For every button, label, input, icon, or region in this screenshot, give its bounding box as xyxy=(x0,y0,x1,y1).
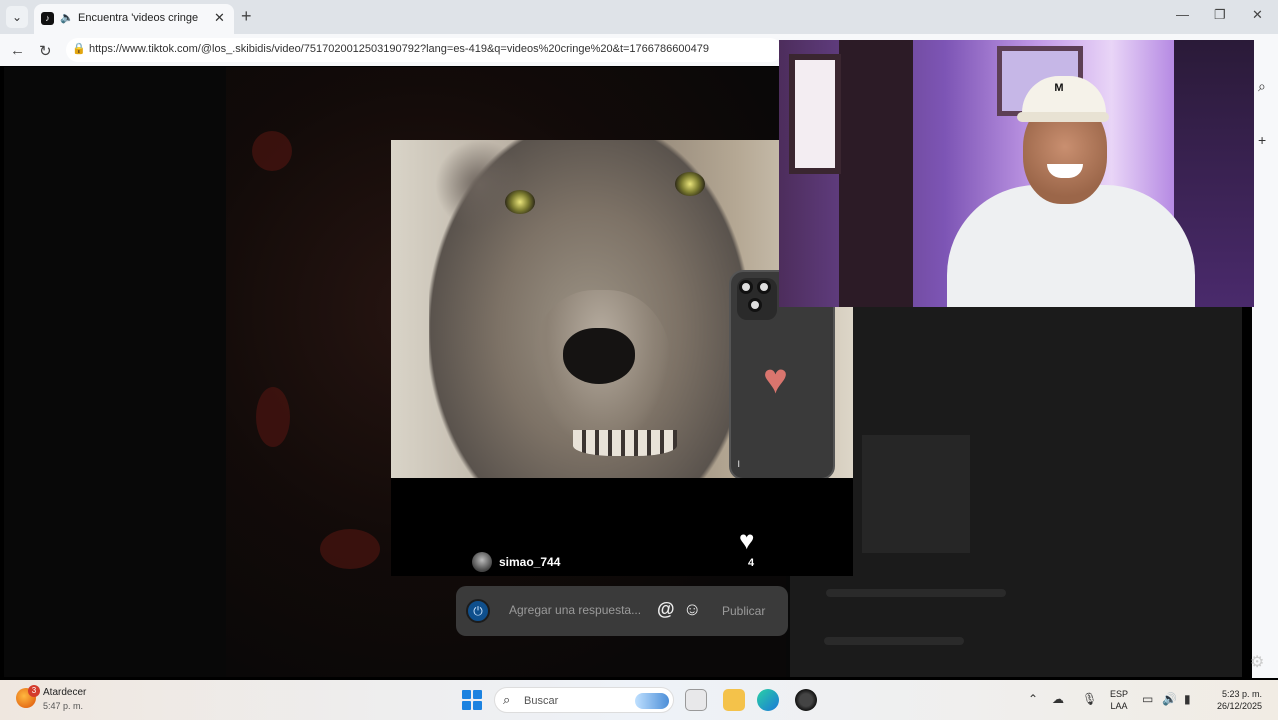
file-explorer-icon[interactable] xyxy=(723,689,745,711)
search-icon[interactable]: ⌕ xyxy=(1258,78,1266,95)
camera-lens xyxy=(757,280,771,294)
windows-logo-icon xyxy=(462,701,471,710)
power-icon[interactable]: ⏻ xyxy=(466,599,490,623)
volume-icon[interactable]: 🔊 xyxy=(1162,692,1177,706)
lock-icon[interactable]: 🔒 xyxy=(72,42,86,55)
maximize-button[interactable]: ❐ xyxy=(1214,7,1226,23)
search-icon: ⌕ xyxy=(503,692,511,707)
camera-lens xyxy=(748,298,762,312)
reply-input[interactable]: Agregar una respuesta... xyxy=(509,603,641,617)
search-highlight-icon xyxy=(635,693,669,709)
search-label: Buscar xyxy=(524,695,559,707)
windows-logo-icon xyxy=(473,690,482,699)
clock-time: 5:23 p. m. xyxy=(1221,689,1262,699)
wolf-ear xyxy=(435,140,525,230)
avatar[interactable] xyxy=(472,552,492,572)
language-indicator[interactable]: ESP LAA xyxy=(1110,688,1128,712)
close-tab-icon[interactable]: ✕ xyxy=(214,10,225,26)
edge-browser-icon[interactable] xyxy=(757,689,779,711)
tiktok-icon: ♪ xyxy=(41,12,54,25)
windows-logo-icon xyxy=(473,701,482,710)
settings-gear-icon[interactable]: ⚙ xyxy=(1250,652,1264,672)
dimmed-line xyxy=(826,589,1006,597)
reply-box: ⏻ Agregar una respuesta... @ ☺ Publicar xyxy=(456,586,788,636)
weather-badge: 3 xyxy=(28,685,40,697)
app-icon[interactable] xyxy=(795,689,817,711)
browser-sidebar: ⌕ + xyxy=(1252,66,1278,678)
camera-module xyxy=(737,278,777,320)
cloud-off-icon[interactable]: ☁ xyxy=(1052,692,1064,706)
webcam-door xyxy=(839,40,913,307)
clock[interactable]: 5:23 p. m. 26/12/2025 xyxy=(1208,688,1262,712)
tab-bar: ⌄ ♪ 🔈 Encuentra 'videos cringe ' en ✕ + … xyxy=(0,0,1278,34)
keyboard-layout: LAA xyxy=(1110,701,1128,711)
blurred-shape xyxy=(256,387,290,447)
close-window-button[interactable]: ✕ xyxy=(1252,7,1263,23)
taskbar-search[interactable]: ⌕ Buscar xyxy=(494,687,674,713)
chevron-up-icon[interactable]: ⌃ xyxy=(1028,692,1038,706)
wolf-eye xyxy=(675,172,705,196)
battery-icon[interactable]: ▮ xyxy=(1184,692,1191,706)
add-icon[interactable]: + xyxy=(1258,132,1266,148)
minimize-button[interactable]: — xyxy=(1176,7,1189,22)
start-button[interactable] xyxy=(462,690,482,710)
dimmed-line xyxy=(824,637,964,645)
display-icon[interactable]: ▭ xyxy=(1142,692,1153,706)
url-text[interactable]: https://www.tiktok.com/@los_.skibidis/vi… xyxy=(89,43,777,55)
wolf-nose xyxy=(563,328,635,384)
new-tab-button[interactable]: + xyxy=(241,6,252,26)
clock-date: 26/12/2025 xyxy=(1216,701,1262,711)
speaker-icon[interactable]: 🔈 xyxy=(60,11,74,24)
windows-logo-icon xyxy=(462,690,471,699)
emoji-icon[interactable]: ☺ xyxy=(683,599,701,619)
wolf-teeth xyxy=(573,430,677,456)
like-count: 4 xyxy=(748,557,755,569)
comments-panel xyxy=(790,307,1242,677)
brand-logo-icon: ı xyxy=(737,456,741,470)
tab-list-button[interactable]: ⌄ xyxy=(6,6,28,28)
browser-tab[interactable]: ♪ 🔈 Encuentra 'videos cringe ' en ✕ xyxy=(34,4,234,34)
tab-title: Encuentra 'videos cringe ' en xyxy=(78,12,200,24)
refresh-icon[interactable]: ↻ xyxy=(39,42,52,60)
task-view-icon[interactable] xyxy=(685,689,707,711)
weather-time: 5:47 p. m. xyxy=(43,701,84,711)
weather-title[interactable]: Atardecer xyxy=(43,687,86,698)
like-heart-icon[interactable]: ♥ xyxy=(739,526,754,554)
mention-icon[interactable]: @ xyxy=(657,599,675,619)
username[interactable]: simao_744 xyxy=(499,555,560,569)
cap-logo-icon: M xyxy=(1054,82,1064,94)
back-arrow-icon[interactable]: ← xyxy=(10,42,25,59)
webcam-overlay: M xyxy=(779,40,1254,307)
webcam-cap-brim xyxy=(1017,112,1109,122)
wolf-eye xyxy=(505,190,535,214)
taskbar: 3 Atardecer 5:47 p. m. ⌕ Buscar ⌃ ☁ 🎙 ES… xyxy=(0,680,1278,720)
blurred-shape xyxy=(252,131,292,171)
url-field[interactable]: 🔒 https://www.tiktok.com/@los_.skibidis/… xyxy=(66,38,782,62)
language-code: ESP xyxy=(1110,689,1129,699)
video-caption-area xyxy=(391,478,853,576)
microphone-icon[interactable]: 🎙 xyxy=(1082,692,1097,706)
dimmed-thumbnail xyxy=(862,435,970,553)
camera-lens xyxy=(739,280,753,294)
heart-icon: ♥ xyxy=(763,355,788,402)
publish-button[interactable]: Publicar xyxy=(722,604,765,618)
webcam-window xyxy=(789,54,841,174)
blurred-shape xyxy=(320,529,380,569)
